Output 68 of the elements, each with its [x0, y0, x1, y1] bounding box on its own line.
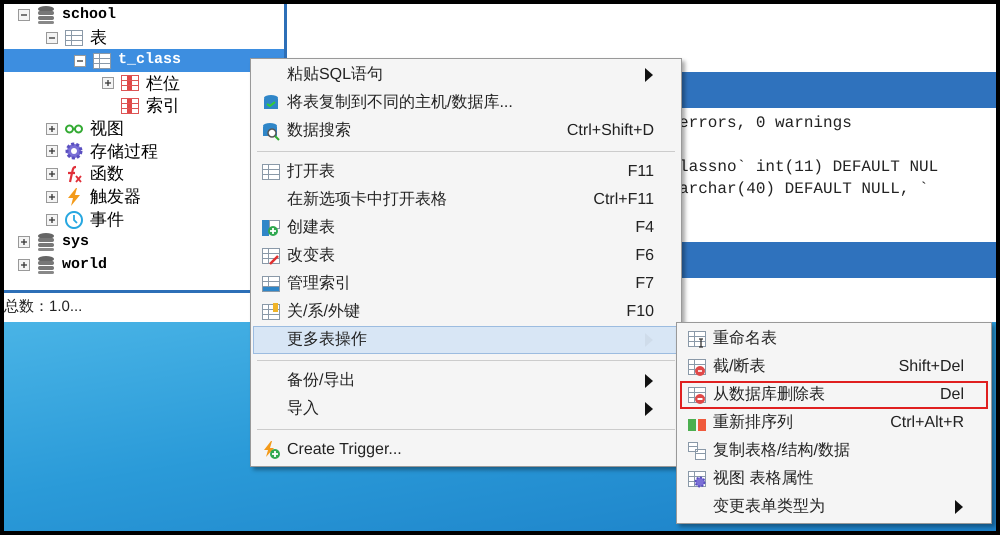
table-minus-icon: [687, 357, 707, 377]
table-copy-icon: [687, 441, 707, 461]
tree-item-label[interactable]: world: [62, 254, 108, 276]
tree-item-label[interactable]: 表: [90, 25, 107, 51]
shortcut-label: Shift+Del: [898, 357, 964, 377]
tree-item-label[interactable]: school: [62, 4, 116, 27]
collapse-icon[interactable]: [74, 54, 86, 67]
menu-item[interactable]: 在新选项卡中打开表格 Ctrl+F11: [253, 186, 679, 214]
menu-item[interactable]: 重命名表: [680, 325, 988, 353]
menu-item[interactable]: 变更表单类型为: [680, 493, 988, 521]
menu-item[interactable]: 导入: [253, 395, 679, 423]
expand-icon[interactable]: [46, 122, 58, 135]
menu-item[interactable]: 数据搜索 Ctrl+Shift+D: [253, 117, 679, 145]
shortcut-label: F11: [628, 162, 654, 182]
gear-icon: [64, 141, 84, 162]
table-gear-icon: [687, 469, 707, 489]
database-icon: [36, 5, 56, 26]
menu-item[interactable]: 打开表 F11: [253, 158, 679, 186]
tree-item-label[interactable]: sys: [62, 230, 90, 254]
table-key-icon: [261, 302, 281, 322]
table-icon: [92, 50, 112, 71]
menu-item[interactable]: 复制表格/结构/数据: [680, 437, 988, 465]
table-rename-icon: [687, 329, 707, 349]
menu-item[interactable]: 备份/导出: [253, 367, 679, 395]
lightning-add-icon: [261, 440, 281, 460]
shortcut-label: F6: [635, 246, 654, 266]
output-line: lassno` int(11) DEFAULT NUL: [679, 157, 940, 178]
table-icon: [64, 28, 84, 48]
shortcut-label: Ctrl+Shift+D: [566, 121, 654, 141]
menu-item[interactable]: Create Trigger...: [253, 436, 679, 464]
shortcut-label: Ctrl+Alt+R: [890, 413, 964, 433]
shortcut-label: F10: [626, 302, 654, 322]
menu-item[interactable]: 更多表操作: [253, 326, 679, 354]
menu-item[interactable]: 截/断表 Shift+Del: [680, 353, 988, 381]
menu-item[interactable]: 重新排序列 Ctrl+Alt+R: [680, 409, 988, 437]
shortcut-label: F7: [635, 274, 654, 294]
database-icon: [36, 232, 56, 252]
menu-item[interactable]: 关/系/外键 F10: [253, 298, 679, 326]
output-line: archar(40) DEFAULT NULL, `: [679, 179, 930, 200]
shortcut-label: F4: [635, 218, 654, 238]
menu-item[interactable]: 视图 表格属性: [680, 465, 988, 493]
expand-icon[interactable]: [46, 214, 58, 226]
database-search-icon: [261, 121, 281, 141]
menu-item[interactable]: 管理索引 F7: [253, 270, 679, 298]
column-table-icon: [120, 96, 140, 116]
menu-item[interactable]: 改变表 F6: [253, 242, 679, 270]
shortcut-label: Ctrl+F11: [593, 190, 654, 210]
expand-icon[interactable]: [18, 258, 30, 271]
expand-icon[interactable]: [102, 77, 114, 90]
collapse-icon[interactable]: [46, 32, 58, 44]
table-index-icon: [261, 274, 281, 294]
shortcut-label: Del: [940, 385, 964, 405]
column-table-icon: [120, 73, 140, 94]
expand-icon[interactable]: [18, 236, 30, 248]
table-delete-icon: [687, 385, 707, 405]
expand-icon[interactable]: [46, 168, 58, 180]
collapse-icon[interactable]: [18, 9, 30, 22]
menu-item[interactable]: 创建表 F4: [253, 214, 679, 242]
status-text: 总数：1.0...: [4, 297, 82, 318]
expand-icon[interactable]: [46, 190, 58, 203]
table-icon: [261, 162, 281, 182]
database-icon: [36, 254, 56, 275]
table-pencil-icon: [261, 246, 281, 266]
table-add-icon: [261, 218, 281, 238]
expand-icon[interactable]: [46, 145, 58, 158]
menu-item[interactable]: 将表复制到不同的主机/数据库...: [253, 89, 679, 117]
clock-icon: [64, 210, 84, 230]
menu-item[interactable]: 从数据库删除表 Del: [680, 381, 988, 409]
